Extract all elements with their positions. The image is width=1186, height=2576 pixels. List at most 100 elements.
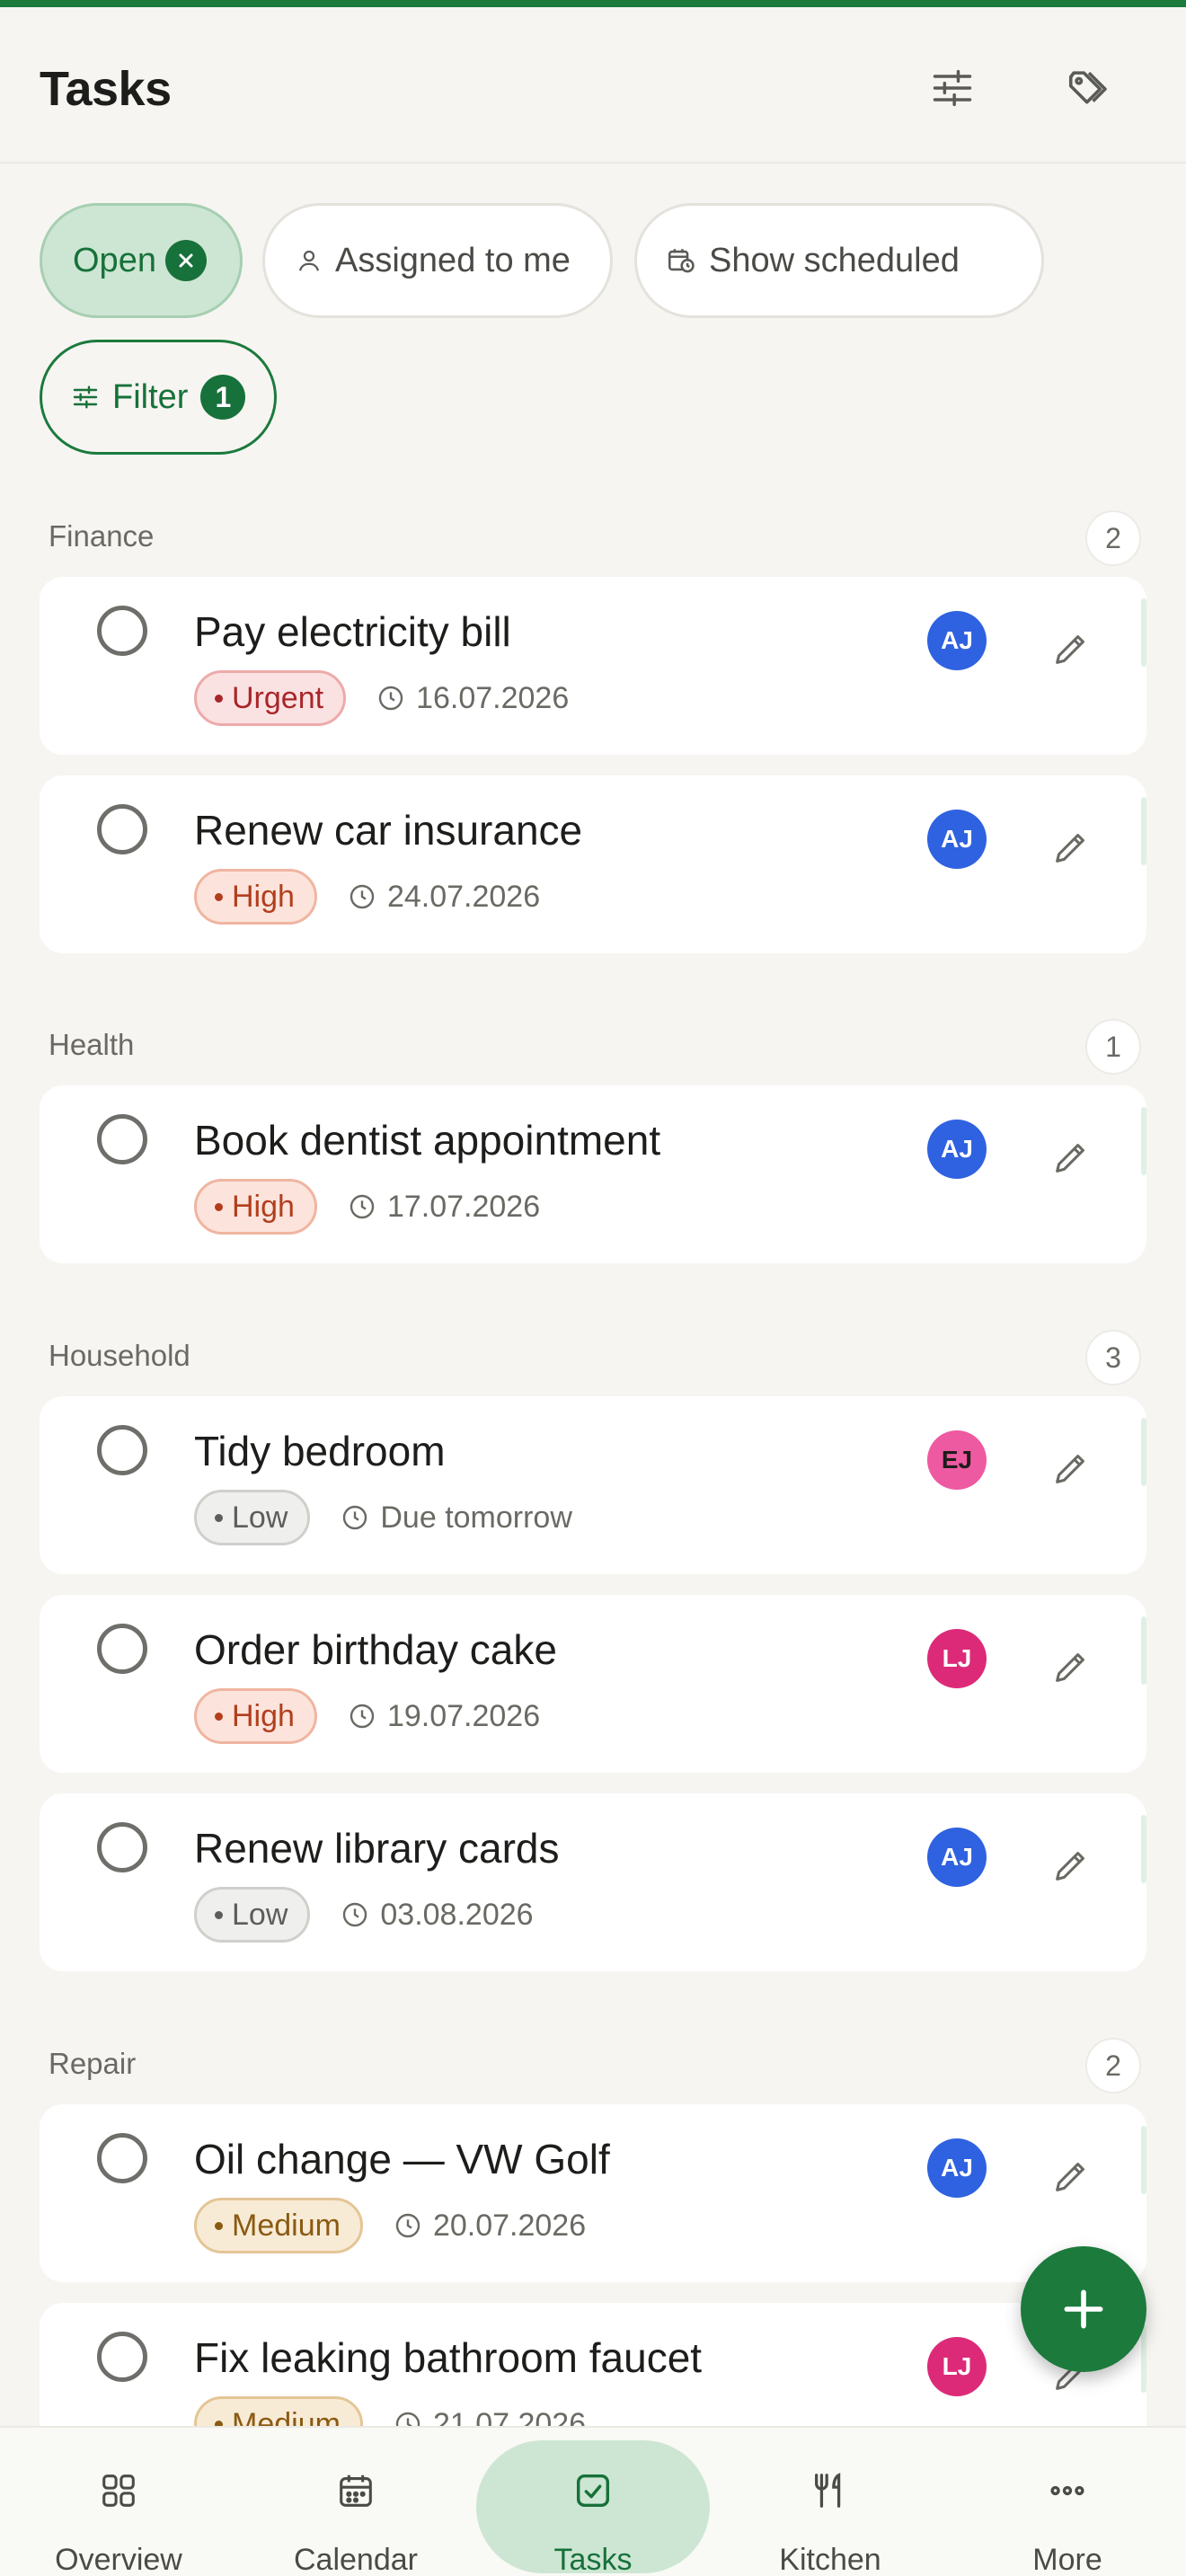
close-icon[interactable]	[164, 240, 207, 281]
task-card[interactable]: Tidy bedroom Low Due tomorrow EJ	[40, 1396, 1146, 1574]
task-card[interactable]: Oil change — VW Golf Medium 20.07.2026 AJ	[40, 2104, 1146, 2282]
priority-badge: Urgent	[194, 670, 347, 726]
pencil-icon[interactable]	[1044, 1130, 1098, 1184]
priority-badge: Low	[194, 1490, 311, 1545]
sliders-icon[interactable]	[920, 56, 985, 120]
filter-sliders-icon	[73, 385, 98, 409]
clock-icon	[348, 1702, 387, 1731]
more-dots-icon	[1040, 2464, 1094, 2518]
section-count-badge: 1	[1085, 1019, 1141, 1075]
pencil-icon[interactable]	[1044, 622, 1098, 676]
scheduled-chip-label: Show scheduled	[709, 241, 960, 279]
priority-badge: High	[194, 1688, 317, 1744]
task-card[interactable]: Book dentist appointment High 17.07.2026 AJ	[40, 1085, 1146, 1263]
due-date: 16.07.2026	[376, 681, 569, 716]
open-chip[interactable]: Open	[40, 203, 243, 318]
tags-icon[interactable]	[1057, 56, 1121, 120]
task-card[interactable]: Renew library cards Low 03.08.2026 AJ	[40, 1793, 1146, 1971]
section-title: Household	[49, 1339, 190, 1372]
clock-icon	[348, 882, 387, 911]
complete-task-checkbox[interactable]	[97, 804, 147, 854]
clock-icon	[348, 1192, 387, 1221]
due-date-text: Due tomorrow	[380, 1500, 572, 1535]
section-header: Repair 2	[49, 2038, 1141, 2094]
checkbox-icon	[566, 2464, 620, 2518]
assignee-avatar: LJ	[927, 1629, 987, 1688]
complete-task-checkbox[interactable]	[97, 1425, 147, 1475]
complete-task-checkbox[interactable]	[97, 2133, 147, 2183]
complete-task-checkbox[interactable]	[97, 1624, 147, 1674]
pencil-icon[interactable]	[1044, 820, 1098, 874]
task-meta: High 24.07.2026	[194, 869, 540, 925]
due-date: Due tomorrow	[341, 1500, 572, 1536]
nav-more[interactable]: More	[949, 2428, 1186, 2576]
clock-icon	[394, 2211, 433, 2240]
assignee-avatar: AJ	[927, 810, 987, 869]
add-task-button[interactable]	[1021, 2246, 1146, 2372]
complete-task-checkbox[interactable]	[97, 606, 147, 656]
clock-icon	[341, 1900, 380, 1929]
due-date-text: 17.07.2026	[386, 1189, 541, 1224]
due-date: 19.07.2026	[348, 1699, 540, 1734]
assignee-avatar: AJ	[927, 1120, 987, 1179]
section-count-badge: 2	[1085, 510, 1141, 566]
nav-overview[interactable]: Overview	[0, 2428, 237, 2576]
nav-calendar[interactable]: Calendar	[237, 2428, 474, 2576]
open-chip-label: Open	[73, 241, 156, 279]
due-date: 20.07.2026	[394, 2209, 586, 2244]
show-scheduled-chip[interactable]: Show scheduled	[634, 203, 1044, 318]
filter-chip[interactable]: Filter 1	[40, 340, 277, 455]
due-date: 03.08.2026	[341, 1898, 534, 1933]
section-title: Health	[49, 1028, 135, 1061]
section-header: Health 1	[49, 1019, 1141, 1075]
priority-badge: Low	[194, 1887, 311, 1943]
task-card[interactable]: Order birthday cake High 19.07.2026 LJ	[40, 1595, 1146, 1773]
priority-badge: High	[194, 1179, 317, 1235]
clock-icon	[376, 684, 416, 713]
task-title: Book dentist appointment	[194, 1117, 661, 1164]
pencil-icon[interactable]	[1044, 2149, 1098, 2203]
priority-badge: Medium	[194, 2198, 363, 2253]
top-accent-bar	[0, 0, 1186, 7]
plus-icon	[1064, 2289, 1103, 2329]
nav-kitchen-label: Kitchen	[779, 2543, 881, 2576]
section-header: Household 3	[49, 1330, 1141, 1385]
task-title: Oil change — VW Golf	[194, 2136, 610, 2182]
complete-task-checkbox[interactable]	[97, 2332, 147, 2382]
nav-overview-label: Overview	[55, 2543, 182, 2576]
nav-calendar-label: Calendar	[294, 2543, 418, 2576]
due-date-text: 24.07.2026	[386, 879, 541, 914]
section-count-badge: 3	[1085, 1330, 1141, 1385]
task-card[interactable]: Pay electricity bill Urgent 16.07.2026 AJ	[40, 577, 1146, 755]
task-meta: Medium 20.07.2026	[194, 2198, 586, 2253]
complete-task-checkbox[interactable]	[97, 1822, 147, 1872]
task-title: Fix leaking bathroom faucet	[194, 2334, 703, 2381]
task-title: Tidy bedroom	[194, 1428, 446, 1474]
due-date-text: 19.07.2026	[386, 1698, 541, 1733]
task-title: Renew car insurance	[194, 807, 583, 854]
assignee-avatar: AJ	[927, 2138, 987, 2198]
section-title: Finance	[49, 519, 155, 553]
nav-tasks[interactable]: Tasks	[474, 2428, 712, 2576]
calendar-icon	[329, 2464, 383, 2518]
clock-icon	[341, 1503, 380, 1532]
assignee-avatar: AJ	[927, 1828, 987, 1887]
task-meta: Urgent 16.07.2026	[194, 670, 569, 726]
pencil-icon[interactable]	[1044, 1838, 1098, 1892]
filter-chip-label: Filter	[112, 377, 189, 416]
pencil-icon[interactable]	[1044, 1441, 1098, 1495]
due-date: 17.07.2026	[348, 1190, 540, 1225]
complete-task-checkbox[interactable]	[97, 1114, 147, 1164]
nav-kitchen[interactable]: Kitchen	[712, 2428, 949, 2576]
task-meta: Low 03.08.2026	[194, 1887, 534, 1943]
assignee-avatar: EJ	[927, 1430, 987, 1490]
task-card[interactable]: Renew car insurance High 24.07.2026 AJ	[40, 775, 1146, 953]
page-title: Tasks	[40, 62, 172, 116]
grid-icon	[92, 2464, 146, 2518]
pencil-icon[interactable]	[1044, 1640, 1098, 1694]
task-title: Pay electricity bill	[194, 608, 511, 655]
nav-more-label: More	[1032, 2543, 1102, 2576]
task-meta: Low Due tomorrow	[194, 1490, 572, 1545]
assigned-to-me-chip[interactable]: Assigned to me	[262, 203, 613, 318]
priority-badge: High	[194, 869, 317, 925]
